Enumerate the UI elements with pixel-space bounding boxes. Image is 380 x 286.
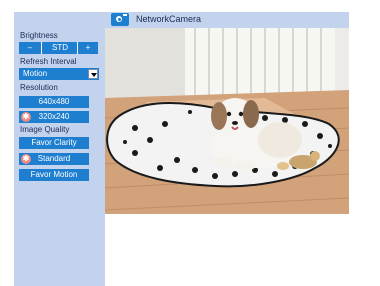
refresh-interval-value: Motion — [23, 69, 48, 78]
quality-standard-button[interactable]: ✱ Standard — [19, 153, 89, 165]
camera-icon — [111, 13, 129, 26]
resolution-640x480-button[interactable]: 640x480 — [19, 96, 89, 108]
brightness-decrease-button[interactable]: – — [19, 42, 41, 54]
quality-favor-clarity-button[interactable]: Favor Clarity — [19, 137, 89, 149]
image-quality-label: Image Quality — [20, 125, 70, 134]
refresh-interval-select[interactable]: Motion — [19, 68, 99, 80]
resolution-label: Resolution — [20, 83, 58, 92]
selected-star-icon: ✱ — [21, 112, 31, 122]
control-sidebar: Brightness – STD + Refresh Interval Moti… — [14, 12, 105, 286]
brightness-label: Brightness — [20, 31, 58, 40]
quality-favor-motion-button[interactable]: Favor Motion — [19, 169, 89, 181]
selected-star-icon: ✱ — [21, 154, 31, 164]
page-title: NetworkCamera — [136, 14, 202, 24]
brightness-increase-button[interactable]: + — [77, 42, 98, 54]
resolution-320x240-label: 320x240 — [38, 112, 70, 121]
quality-standard-label: Standard — [37, 154, 71, 163]
brightness-standard-button[interactable]: STD — [41, 42, 78, 54]
camera-feed-image — [105, 28, 349, 214]
resolution-320x240-button[interactable]: ✱ 320x240 — [19, 111, 89, 123]
refresh-interval-label: Refresh Interval — [20, 57, 77, 66]
camera-header: NetworkCamera — [105, 12, 349, 28]
chevron-down-icon[interactable] — [88, 69, 98, 79]
